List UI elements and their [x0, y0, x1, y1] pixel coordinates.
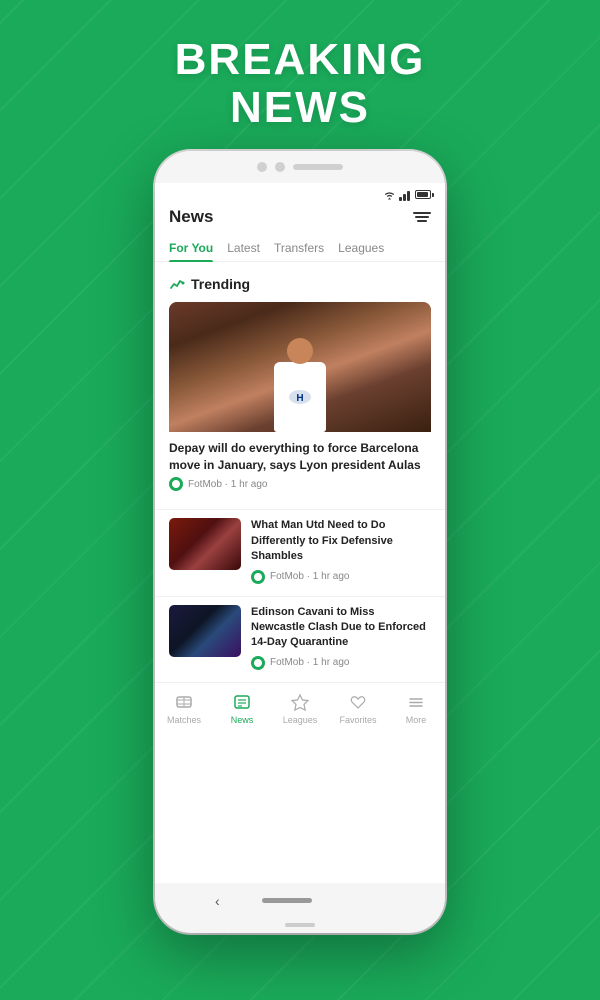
nav-leagues-label: Leagues	[283, 715, 318, 725]
trending-label: Trending	[191, 276, 250, 292]
small-article-1-meta: FotMob · 1 hr ago	[251, 570, 431, 588]
phone-bottom-bar: ‹	[155, 883, 445, 919]
leagues-icon	[289, 691, 311, 713]
nav-favorites[interactable]: Favorites	[329, 691, 387, 725]
phone-camera-2	[275, 162, 285, 172]
nav-favorites-label: Favorites	[339, 715, 376, 725]
hero-article-meta: FotMob · 1 hr ago	[169, 477, 431, 495]
breaking-news-title: BREAKING NEWS	[0, 36, 600, 133]
small-article-2-content: Edinson Cavani to Miss Newcastle Clash D…	[251, 605, 431, 674]
status-bar	[155, 183, 445, 203]
filter-button[interactable]	[413, 212, 431, 222]
app-title: News	[169, 207, 213, 227]
nav-leagues[interactable]: Leagues	[271, 691, 329, 725]
hero-article[interactable]: H Depay will do everything to force Barc…	[169, 302, 431, 500]
trending-header: Trending	[155, 272, 445, 302]
nav-news[interactable]: News	[213, 691, 271, 725]
back-button[interactable]: ‹	[215, 893, 220, 909]
status-icons	[383, 189, 431, 201]
small-article-1-source: FotMob · 1 hr ago	[270, 571, 350, 582]
small-article-2-image	[169, 605, 241, 657]
matches-icon	[173, 691, 195, 713]
nav-matches[interactable]: Matches	[155, 691, 213, 725]
tab-leagues[interactable]: Leagues	[338, 235, 394, 261]
phone-speaker	[293, 164, 343, 170]
hero-article-title: Depay will do everything to force Barcel…	[169, 432, 431, 478]
nav-news-label: News	[231, 715, 254, 725]
svg-text:H: H	[296, 393, 303, 404]
small-article-1-content: What Man Utd Need to Do Differently to F…	[251, 518, 431, 587]
tab-for-you[interactable]: For You	[169, 235, 223, 261]
small-article-2-source: FotMob · 1 hr ago	[270, 657, 350, 668]
phone-body: News For You Latest Transfers Leagues	[155, 183, 445, 883]
home-indicator[interactable]	[262, 898, 312, 903]
phone-camera	[257, 162, 267, 172]
app-header: News	[155, 203, 445, 235]
small-article-2-meta: FotMob · 1 hr ago	[251, 656, 431, 674]
fotmob-logo	[169, 477, 183, 491]
small-article-1-image	[169, 518, 241, 570]
fotmob-logo-3	[251, 656, 265, 670]
wifi-icon	[383, 190, 396, 200]
trending-icon	[169, 276, 185, 292]
favorites-icon	[347, 691, 369, 713]
more-icon	[405, 691, 427, 713]
battery-icon	[415, 190, 431, 199]
nav-more-label: More	[406, 715, 427, 725]
small-article-1-title: What Man Utd Need to Do Differently to F…	[251, 518, 431, 564]
app-screen: News For You Latest Transfers Leagues	[155, 183, 445, 883]
nav-more[interactable]: More	[387, 691, 445, 725]
phone-mockup: News For You Latest Transfers Leagues	[0, 151, 600, 933]
page-header: BREAKING NEWS	[0, 0, 600, 151]
nav-tabs: For You Latest Transfers Leagues	[155, 235, 445, 262]
phone-top-bar	[155, 151, 445, 183]
tab-latest[interactable]: Latest	[227, 235, 270, 261]
signal-icon	[399, 189, 410, 201]
tab-transfers[interactable]: Transfers	[274, 235, 334, 261]
hero-article-source: FotMob · 1 hr ago	[188, 479, 268, 490]
small-article-2-title: Edinson Cavani to Miss Newcastle Clash D…	[251, 605, 431, 651]
fotmob-logo-2	[251, 570, 265, 584]
small-article-1[interactable]: What Man Utd Need to Do Differently to F…	[155, 509, 445, 595]
phone-shell: News For You Latest Transfers Leagues	[155, 151, 445, 933]
nav-matches-label: Matches	[167, 715, 201, 725]
bottom-nav: Matches News	[155, 682, 445, 729]
news-icon	[231, 691, 253, 713]
small-article-2[interactable]: Edinson Cavani to Miss Newcastle Clash D…	[155, 596, 445, 682]
hero-image: H	[169, 302, 431, 432]
